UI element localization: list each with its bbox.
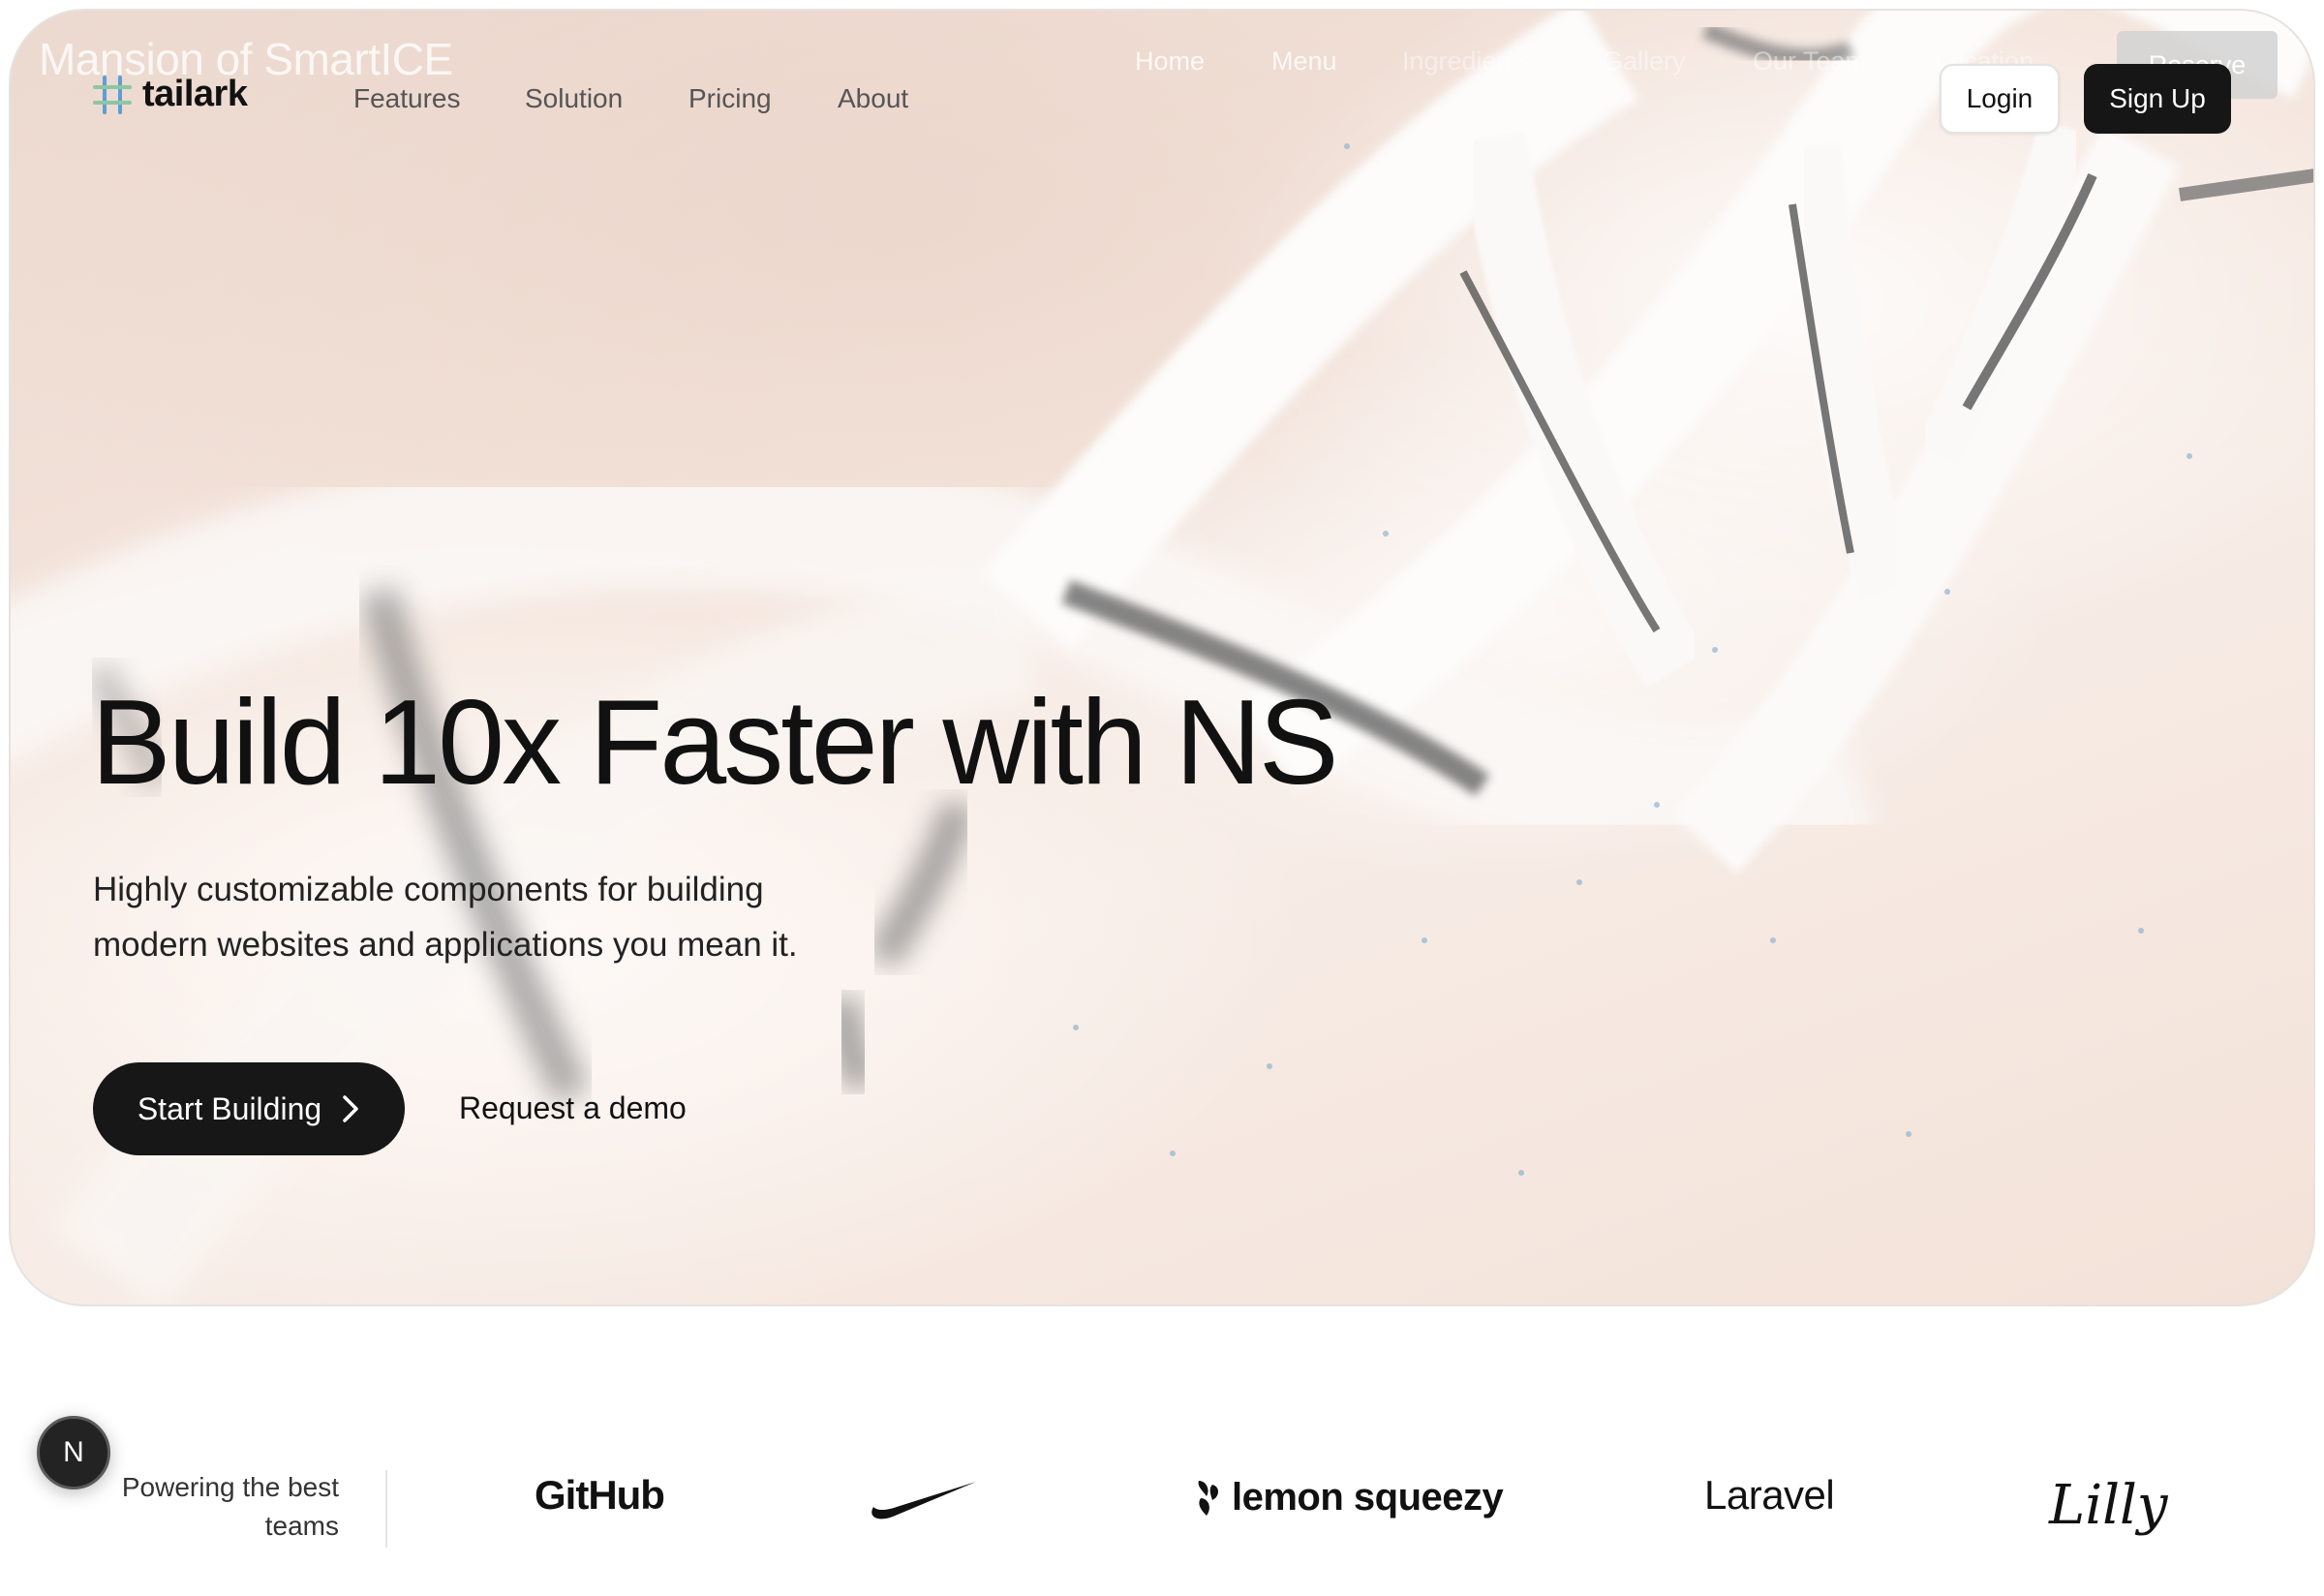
powered-line-2: teams — [264, 1511, 339, 1541]
nav-pricing[interactable]: Pricing — [688, 83, 772, 114]
logos-divider — [385, 1470, 387, 1548]
powered-line-1: Powering the best — [121, 1472, 339, 1502]
overlay-link-home[interactable]: Home — [1135, 46, 1205, 77]
lemon-squeezy-logo: lemon squeezy — [1193, 1476, 1504, 1519]
start-building-label: Start Building — [137, 1090, 322, 1126]
start-building-button[interactable]: Start Building — [93, 1062, 405, 1155]
lemon-squeezy-text: lemon squeezy — [1232, 1476, 1504, 1519]
hero-subtitle-line-2: modern websites and applications you mea… — [93, 926, 798, 964]
overlay-link-menu[interactable]: Menu — [1271, 46, 1337, 77]
next-dev-badge[interactable]: N — [37, 1416, 110, 1489]
hash-logo-icon — [93, 75, 132, 114]
hero-subtitle-line-1: Highly customizable components for build… — [93, 871, 764, 908]
logo-link[interactable]: tailark — [92, 74, 248, 115]
sign-up-button[interactable]: Sign Up — [2084, 64, 2231, 134]
request-demo-button[interactable]: Request a demo — [459, 1090, 687, 1126]
github-logo: GitHub — [535, 1472, 665, 1518]
nav-solution[interactable]: Solution — [525, 83, 623, 114]
lilly-logo: Lilly — [2049, 1474, 2168, 1537]
hero-subtitle: Highly customizable components for build… — [93, 862, 887, 972]
hero-title: Build 10x Faster with NS — [91, 676, 1339, 810]
chevron-right-icon — [343, 1095, 358, 1122]
lemon-squeezy-icon — [1198, 1480, 1218, 1516]
overlay-link-ingredients[interactable]: Ingredients — [1402, 46, 1532, 77]
logo-text: tailark — [142, 74, 248, 114]
nike-swoosh-icon — [872, 1482, 976, 1519]
nav-about[interactable]: About — [838, 83, 908, 114]
overlay-link-gallery[interactable]: Gallery — [1603, 46, 1686, 77]
nav-features[interactable]: Features — [353, 83, 461, 114]
powered-by-text: Powering the best teams — [107, 1468, 339, 1546]
overlay-link-our-team[interactable]: Our Team — [1753, 46, 1867, 77]
login-button[interactable]: Login — [1940, 64, 2060, 134]
laravel-logo: Laravel — [1704, 1472, 1835, 1518]
